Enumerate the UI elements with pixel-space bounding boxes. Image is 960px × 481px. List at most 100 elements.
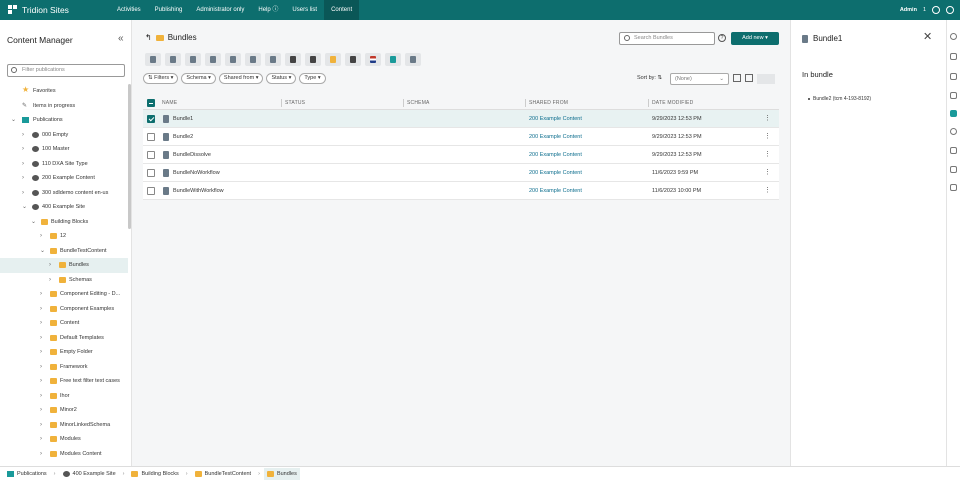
chevron-right-icon[interactable]: › [40,302,42,317]
breadcrumb-item[interactable]: Building Blocks [128,468,181,480]
more-options-icon[interactable]: ⋮ [764,128,771,146]
list-view-icon[interactable] [733,74,741,82]
row-shared-from[interactable]: 200 Example Content [529,182,582,200]
nav-content[interactable]: Content [324,0,360,20]
folder-icon[interactable] [325,53,341,66]
tree-item-folder-selected[interactable]: › Bundles [0,258,128,273]
window-icon[interactable] [950,184,957,191]
chevron-right-icon[interactable]: › [40,345,42,360]
lock-icon[interactable] [345,53,361,66]
tree-item-favorites[interactable]: ★ Favorites [0,84,128,99]
chevron-right-icon[interactable]: › [40,389,42,404]
sort-direction-icon[interactable]: ⇅ [657,75,662,81]
tree-item-folder[interactable]: › 12 [0,229,128,244]
tree-item-publication[interactable]: › 000 Empty [0,128,128,143]
tree-item-folder[interactable]: › Schemas [0,273,128,288]
column-name[interactable]: NAME [162,96,177,110]
uses-icon[interactable] [245,53,261,66]
chevron-right-icon[interactable]: › [40,229,42,244]
tree-item-publication[interactable]: ⌄ 400 Example Site [0,200,128,215]
chevron-right-icon[interactable]: › [22,128,24,143]
chevron-right-icon[interactable]: › [40,447,42,462]
lock-icon[interactable] [950,73,957,80]
table-row[interactable]: BundleDissolve 200 Example Content 9/29/… [143,146,779,164]
column-date-modified[interactable]: DATE MODIFIED [652,96,693,110]
tree-item-folder[interactable]: › Component Examples [0,302,128,317]
translation-flag-icon[interactable] [365,53,381,66]
chevron-right-icon[interactable]: › [22,171,24,186]
filter-publications-input[interactable]: Filter publications [7,64,125,77]
refresh-icon[interactable] [145,53,161,66]
chevron-down-icon[interactable]: ⌄ [11,113,16,128]
tree-item-in-progress[interactable]: ✎ Items in progress [0,99,128,114]
table-row[interactable]: BundleNoWorkflow 200 Example Content 11/… [143,164,779,182]
row-name[interactable]: BundleWithWorkflow [173,182,224,200]
tree-item-publication[interactable]: › 110 DXA Site Type [0,157,128,172]
type-filter[interactable]: Type ▾ [299,73,326,84]
chevron-right-icon[interactable]: › [40,287,42,302]
help-circle-icon[interactable] [946,6,954,14]
nav-publishing[interactable]: Publishing [148,0,190,20]
row-shared-from[interactable]: 200 Example Content [529,128,582,146]
more-options-icon[interactable]: ⋮ [764,146,771,164]
tree-item-folder[interactable]: ⌄ BundleTestContent [0,244,128,259]
grid-view-icon[interactable] [745,74,753,82]
row-shared-from[interactable]: 200 Example Content [529,164,582,182]
chevron-right-icon[interactable]: › [40,418,42,433]
user-name[interactable]: Admin [900,7,917,13]
row-shared-from[interactable]: 200 Example Content [529,110,582,128]
column-settings-icon[interactable] [757,74,775,84]
tree-item-folder[interactable]: › Free text filter text cases [0,374,128,389]
row-checkbox[interactable] [147,115,155,123]
binoculars-icon[interactable] [950,166,957,173]
more-options-icon[interactable]: ⋮ [764,110,771,128]
tree-item-folder[interactable]: › Modules [0,432,128,447]
chevron-right-icon[interactable]: › [22,142,24,157]
chevron-right-icon[interactable]: › [22,186,24,201]
chevron-right-icon[interactable]: › [40,374,42,389]
notification-bell-icon[interactable] [932,6,940,14]
bundle-list-item[interactable]: Bundle2 (tcm 4-193-8192) [807,96,871,102]
table-row[interactable]: Bundle1 200 Example Content 9/29/2023 12… [143,110,779,128]
sort-select[interactable]: (None) ⌄ [670,73,729,85]
add-new-button[interactable]: Add new ▾ [731,32,779,45]
shared-from-filter[interactable]: Shared from ▾ [218,73,264,84]
column-shared-from[interactable]: SHARED FROM [529,96,568,110]
nav-activities[interactable]: Activities [110,0,148,20]
tree-item-folder[interactable]: › Ihor [0,389,128,404]
chevron-right-icon[interactable]: › [40,403,42,418]
table-row[interactable]: Bundle2 200 Example Content 9/29/2023 12… [143,128,779,146]
copy-icon[interactable] [165,53,181,66]
row-shared-from[interactable]: 200 Example Content [529,146,582,164]
row-name[interactable]: BundleDissolve [173,146,211,164]
row-name[interactable]: Bundle1 [173,110,193,128]
chevron-right-icon[interactable]: › [40,360,42,375]
status-filter[interactable]: Status ▾ [266,73,297,84]
nav-help[interactable]: Help ⓘ [251,0,285,20]
tree-item-folder[interactable]: › Default Templates [0,331,128,346]
tree-item-publication[interactable]: › 100 Master [0,142,128,157]
tree-item-folder[interactable]: › Framework [0,360,128,375]
breadcrumb-item-current[interactable]: Bundles [263,468,300,480]
language-icon[interactable] [950,53,957,60]
tree-item-folder[interactable]: › Minor2 [0,403,128,418]
tree-item-folder[interactable]: › Empty Folder [0,345,128,360]
where-used-icon[interactable] [225,53,241,66]
unpublish-icon[interactable] [305,53,321,66]
nav-administrator-only[interactable]: Administrator only [189,0,251,20]
chevron-right-icon[interactable]: › [49,258,51,273]
select-all-checkbox[interactable] [147,99,155,107]
more-options-icon[interactable]: ⋮ [764,164,771,182]
chevron-right-icon[interactable]: › [49,273,51,288]
chevron-down-icon[interactable]: ⌄ [31,215,36,230]
chevron-right-icon[interactable]: › [40,331,42,346]
unlocalize-icon[interactable] [205,53,221,66]
row-checkbox[interactable] [147,133,155,141]
row-checkbox[interactable] [147,187,155,195]
search-help-icon[interactable]: ? [718,34,726,42]
localize-icon[interactable] [185,53,201,66]
more-options-icon[interactable]: ⋮ [764,182,771,200]
tree-item-folder[interactable]: › MinorLinkedSchema [0,418,128,433]
column-status[interactable]: STATUS [285,96,305,110]
row-checkbox[interactable] [147,151,155,159]
